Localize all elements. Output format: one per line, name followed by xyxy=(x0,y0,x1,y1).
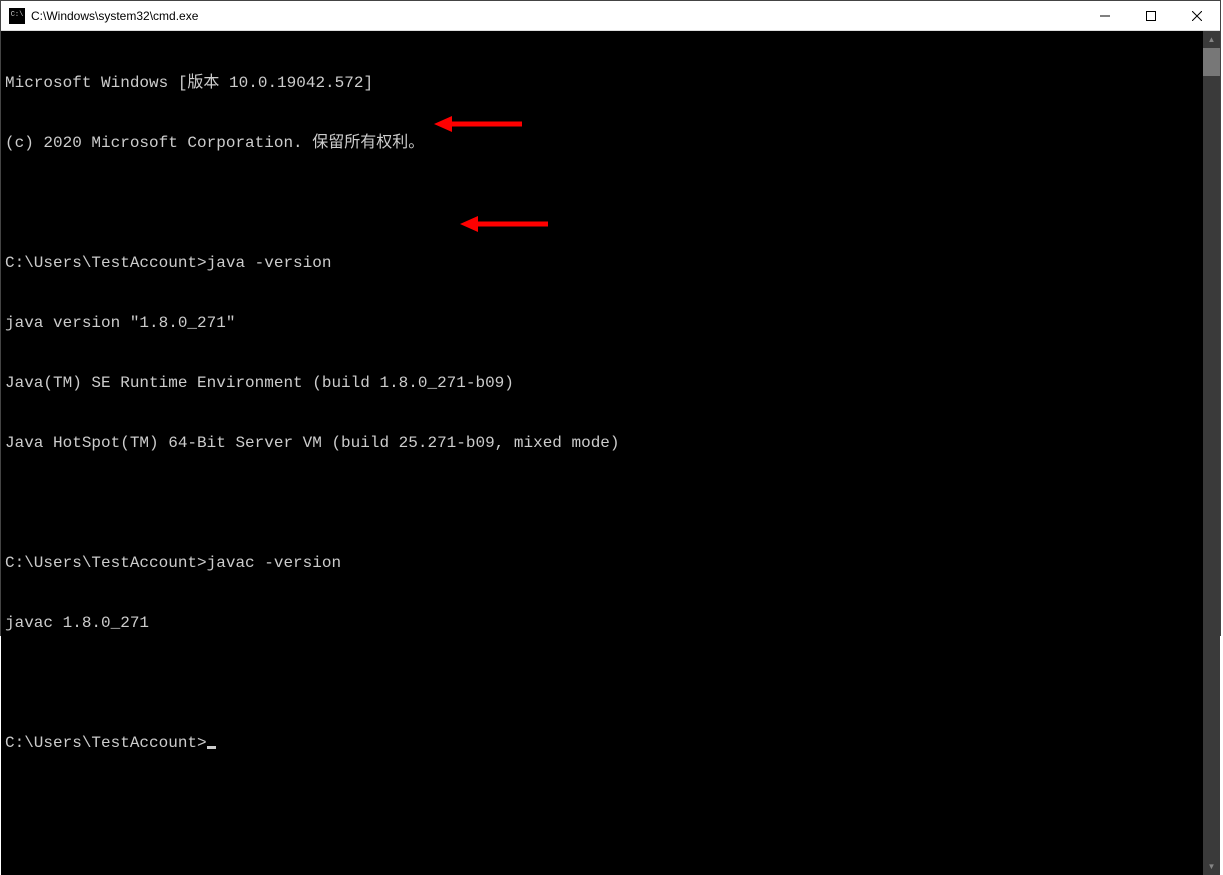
cursor xyxy=(207,746,216,749)
prompt-text: C:\Users\TestAccount> xyxy=(5,734,207,752)
output-line: Java(TM) SE Runtime Environment (build 1… xyxy=(5,373,1199,393)
close-button[interactable] xyxy=(1174,1,1220,30)
output-line: java version "1.8.0_271" xyxy=(5,313,1199,333)
output-line: Java HotSpot(TM) 64-Bit Server VM (build… xyxy=(5,433,1199,453)
window-title: C:\Windows\system32\cmd.exe xyxy=(31,9,1082,23)
maximize-button[interactable] xyxy=(1128,1,1174,30)
scroll-down-button[interactable]: ▼ xyxy=(1203,858,1220,875)
minimize-button[interactable] xyxy=(1082,1,1128,30)
cmd-icon xyxy=(9,8,25,24)
client-area: Microsoft Windows [版本 10.0.19042.572] (c… xyxy=(1,31,1220,875)
prompt-line: C:\Users\TestAccount> xyxy=(5,733,1199,753)
output-line: (c) 2020 Microsoft Corporation. 保留所有权利。 xyxy=(5,133,1199,153)
scroll-thumb[interactable] xyxy=(1203,48,1220,76)
output-line: javac 1.8.0_271 xyxy=(5,613,1199,633)
terminal-output[interactable]: Microsoft Windows [版本 10.0.19042.572] (c… xyxy=(1,31,1203,875)
output-line: Microsoft Windows [版本 10.0.19042.572] xyxy=(5,73,1199,93)
output-line: C:\Users\TestAccount>java -version xyxy=(5,253,1199,273)
scroll-up-button[interactable]: ▲ xyxy=(1203,31,1220,48)
output-line: C:\Users\TestAccount>javac -version xyxy=(5,553,1199,573)
titlebar[interactable]: C:\Windows\system32\cmd.exe xyxy=(1,1,1220,31)
output-line xyxy=(5,493,1199,513)
output-line xyxy=(5,193,1199,213)
cmd-window: C:\Windows\system32\cmd.exe Microsoft Wi… xyxy=(0,0,1221,636)
vertical-scrollbar[interactable]: ▲ ▼ xyxy=(1203,31,1220,875)
window-controls xyxy=(1082,1,1220,30)
output-line xyxy=(5,673,1199,693)
